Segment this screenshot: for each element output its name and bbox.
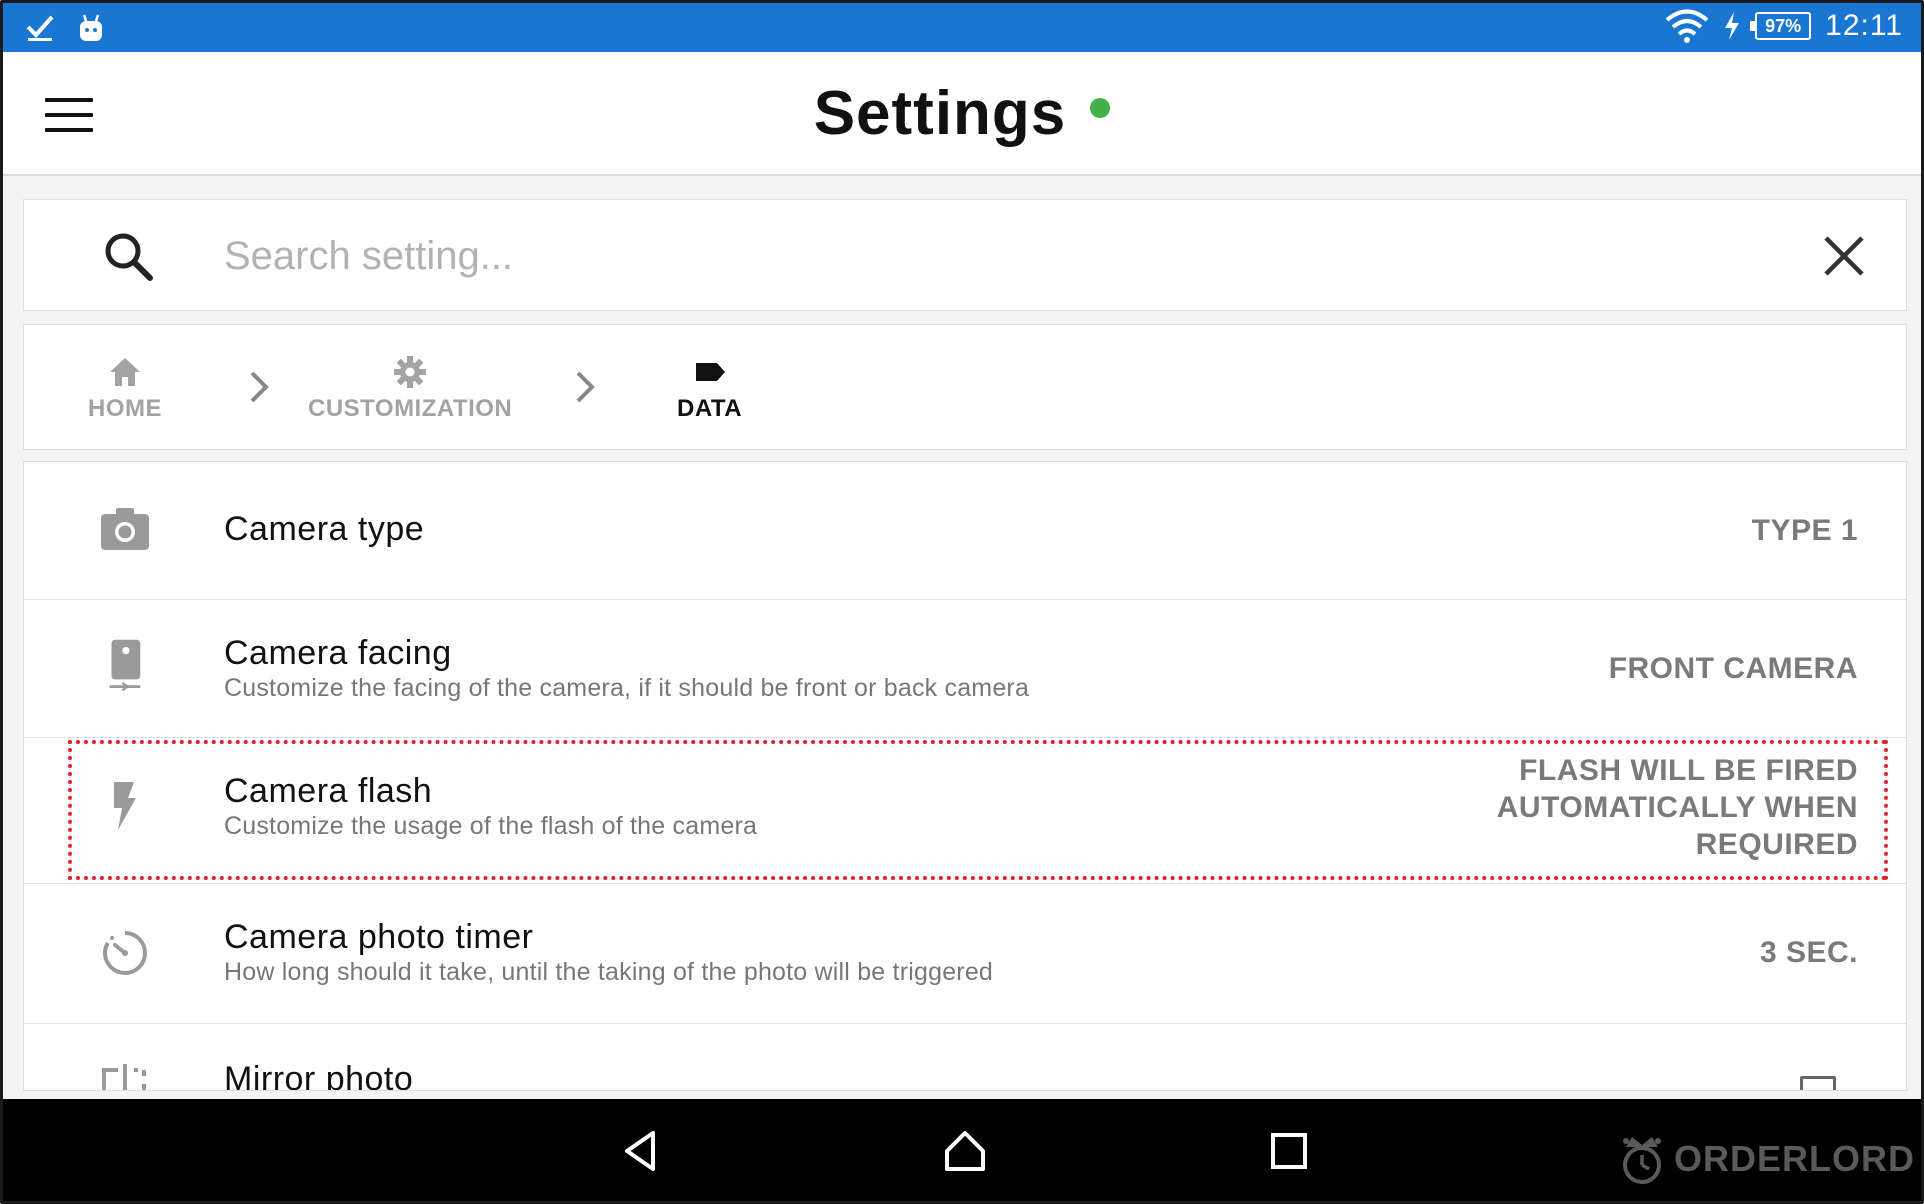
setting-title: Camera facing [224, 634, 452, 672]
wifi-icon [1665, 9, 1709, 43]
breadcrumb-item-data[interactable]: DATA [677, 355, 742, 423]
breadcrumb-item-home[interactable]: HOME [88, 355, 162, 423]
timer-icon [103, 930, 147, 975]
setting-mirror-photo[interactable]: Mirror photo [24, 1024, 1906, 1091]
breadcrumb-label: CUSTOMIZATION [308, 395, 513, 422]
page-title-text: Settings [813, 79, 1067, 148]
battery-indicator: 97% [1750, 12, 1812, 40]
setting-camera-type[interactable]: Camera type TYPE 1 [24, 462, 1906, 600]
orderlord-logo-icon [1623, 1137, 1661, 1184]
search-input[interactable] [224, 226, 1724, 286]
recent-apps-icon[interactable] [1265, 1127, 1313, 1175]
app-bar: Settings [3, 52, 1921, 176]
setting-camera-facing[interactable]: Camera facing Customize the facing of th… [24, 600, 1906, 738]
setting-title: Camera type [224, 510, 425, 548]
home-icon [110, 358, 140, 386]
setting-value: TYPE 1 [1751, 514, 1858, 547]
camera-facing-icon [109, 639, 141, 692]
app-window: 97% 12:11 Settings HOME [0, 0, 1924, 1204]
settings-list: Camera type TYPE 1 Camera facing Customi… [23, 461, 1907, 1091]
mirror-photo-checkbox[interactable] [1800, 1076, 1836, 1090]
navigation-bar: ORDERLORD [3, 1099, 1921, 1201]
android-notification-icon [80, 14, 102, 41]
setting-value: 3 SEC. [1759, 936, 1858, 969]
setting-title: Mirror photo [224, 1060, 414, 1091]
search-icon [105, 233, 153, 281]
breadcrumb-label: HOME [88, 395, 162, 422]
page-title: Settings [3, 78, 1921, 149]
charging-icon [1725, 12, 1740, 40]
clock: 12:11 [1825, 9, 1903, 42]
back-icon[interactable] [617, 1127, 665, 1175]
breadcrumb: HOME CUSTOMIZATION DATA [23, 324, 1907, 450]
watermark-text: ORDERLORD [1674, 1138, 1915, 1179]
chevron-right-icon [250, 371, 269, 403]
gear-icon [394, 356, 427, 388]
close-icon[interactable] [1818, 230, 1870, 282]
camera-icon [101, 508, 149, 550]
orderlord-watermark: ORDERLORD [1614, 1131, 1915, 1187]
setting-camera-photo-timer[interactable]: Camera photo timer How long should it ta… [24, 884, 1906, 1024]
setting-value: FRONT CAMERA [1608, 652, 1858, 685]
chevron-right-icon [576, 371, 595, 403]
breadcrumb-label: DATA [677, 395, 743, 422]
label-icon [695, 363, 725, 381]
breadcrumb-item-customization[interactable]: CUSTOMIZATION [308, 355, 512, 423]
mirror-icon [102, 1064, 146, 1090]
search-bar [23, 199, 1907, 311]
status-dot [1090, 97, 1111, 118]
setting-title: Camera photo timer [224, 918, 534, 956]
setting-subtitle: Customize the facing of the camera, if i… [224, 674, 1030, 702]
home-nav-icon[interactable] [941, 1127, 989, 1175]
status-bar: 97% 12:11 [3, 3, 1921, 52]
highlight-annotation [68, 740, 1888, 880]
setting-subtitle: How long should it take, until the takin… [224, 958, 994, 986]
checkmark-notification-icon [26, 15, 54, 41]
